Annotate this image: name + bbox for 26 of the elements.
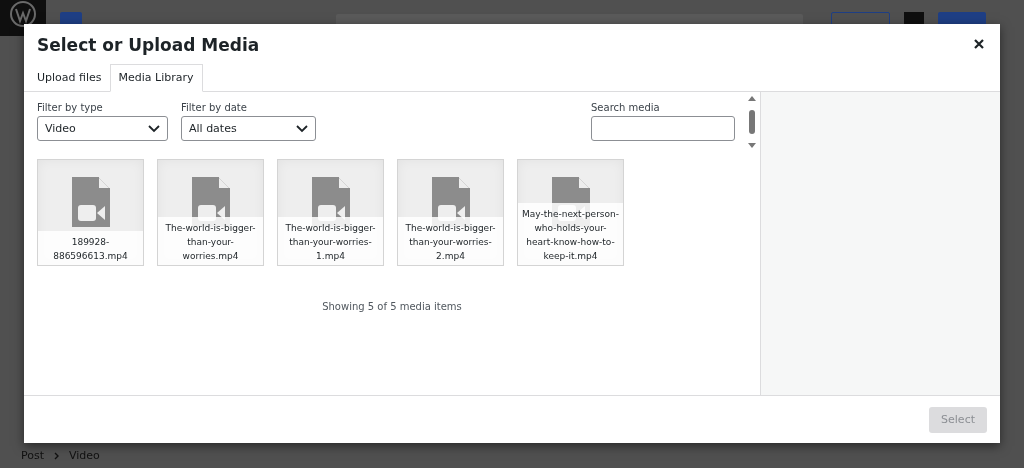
file-name: 189928-886596613.mp4 (38, 231, 143, 265)
search-label: Search media (591, 102, 661, 113)
video-thumbnail[interactable]: May-the-next-person-who-holds-your-heart-know-how-to-keep-it.mp4 (517, 159, 624, 266)
file-name: The-world-is-bigger-than-your-worries.mp4 (158, 217, 263, 265)
file-name: The-world-is-bigger-than-your-worries-1.mp4 (278, 217, 383, 265)
video-file-icon (72, 177, 110, 227)
video-thumbnail[interactable]: The-world-is-bigger-than-your-worries.mp4 (157, 159, 264, 266)
caret-icon (296, 124, 308, 133)
dialog-title: Select or Upload Media (37, 35, 260, 55)
item-count: Showing 5 of 5 media items (321, 301, 463, 312)
filter-label: Filter by date (181, 102, 248, 113)
search-field[interactable] (591, 116, 735, 141)
chevron-icon (54, 451, 59, 460)
video-thumbnail[interactable]: 189928-886596613.mp4 (37, 159, 144, 266)
caret-icon (148, 124, 160, 133)
tab[interactable]: Upload files (29, 65, 110, 91)
filter-label: Filter by type (37, 102, 104, 113)
file-name: The-world-is-bigger-than-your-worries-2.mp4 (398, 217, 503, 265)
file-name: May-the-next-person-who-holds-your-heart-know-how-to-keep-it.mp4 (518, 203, 623, 265)
dropdown[interactable]: Video (37, 116, 168, 141)
video-thumbnail[interactable]: The-world-is-bigger-than-your-worries-1.mp4 (277, 159, 384, 266)
scrollbar[interactable] (748, 96, 756, 148)
dropdown[interactable]: All dates (181, 116, 316, 141)
tab[interactable]: Media Library (109, 64, 203, 92)
close-icon[interactable] (974, 39, 984, 49)
video-thumbnail[interactable]: The-world-is-bigger-than-your-worries-2.mp4 (397, 159, 504, 266)
